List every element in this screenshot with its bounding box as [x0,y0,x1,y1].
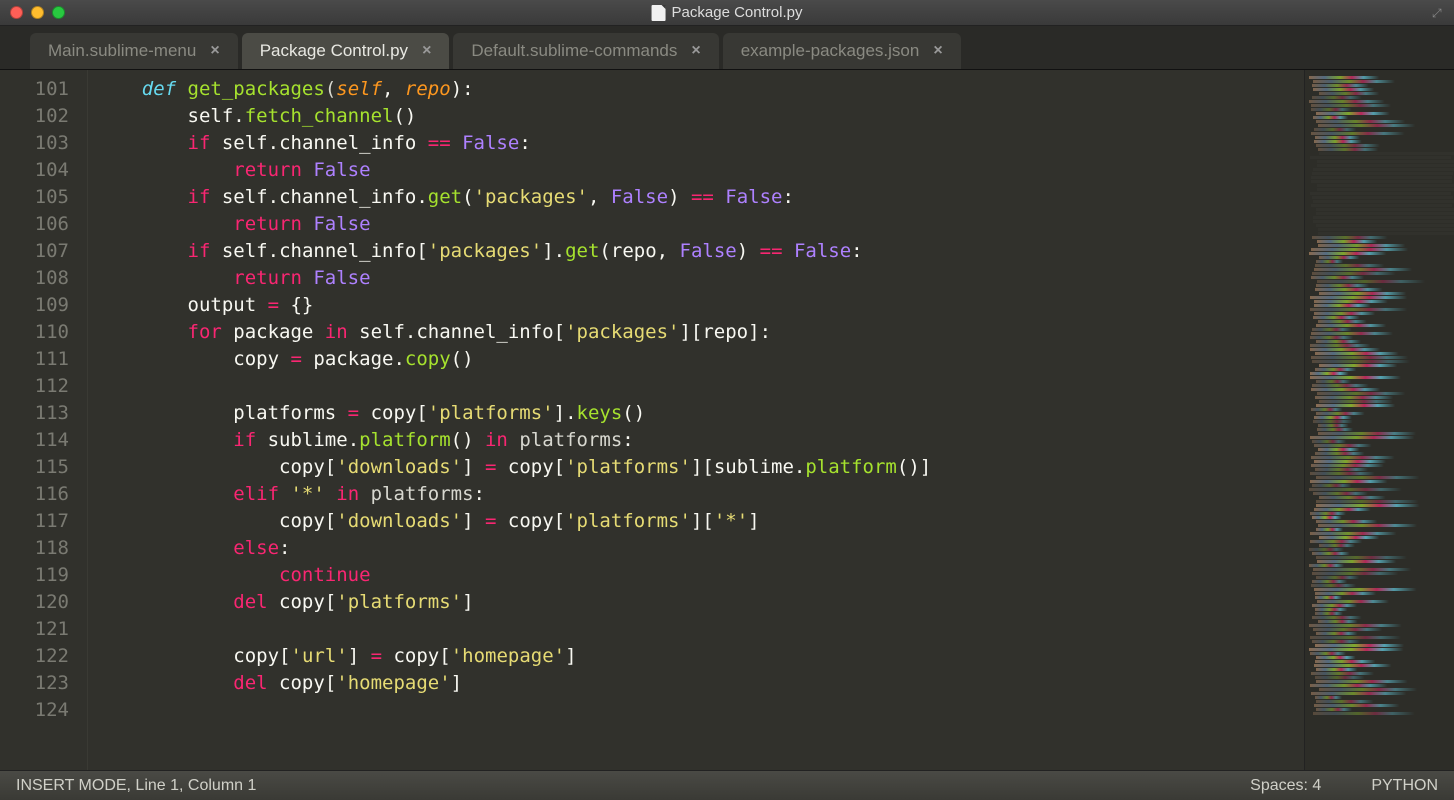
close-tab-icon[interactable]: × [933,42,942,60]
line-gutter: 1011021031041051061071081091101111121131… [0,70,88,770]
code-line: del copy['platforms'] [96,589,1304,616]
line-number: 105 [0,184,87,211]
file-icon [652,5,666,21]
close-tab-icon[interactable]: × [210,42,219,60]
titlebar: Package Control.py ⤢ [0,0,1454,26]
line-number: 110 [0,319,87,346]
code-line: copy['downloads'] = copy['platforms']['*… [96,508,1304,535]
line-number: 114 [0,427,87,454]
line-number: 107 [0,238,87,265]
tab-0[interactable]: Main.sublime-menu × [30,33,238,69]
line-number: 115 [0,454,87,481]
code-line [96,697,1304,724]
line-number: 119 [0,562,87,589]
code-line: return False [96,265,1304,292]
zoom-window-button[interactable] [52,6,65,19]
minimap[interactable] [1304,70,1454,770]
code-line: def get_packages(self, repo): [96,76,1304,103]
code-area[interactable]: def get_packages(self, repo): self.fetch… [88,70,1304,770]
line-number: 120 [0,589,87,616]
line-number: 109 [0,292,87,319]
status-language[interactable]: PYTHON [1371,777,1438,795]
code-line: if self.channel_info['packages'].get(rep… [96,238,1304,265]
line-number: 106 [0,211,87,238]
status-bar: INSERT MODE, Line 1, Column 1 Spaces: 4 … [0,770,1454,800]
line-number: 123 [0,670,87,697]
code-line: del copy['homepage'] [96,670,1304,697]
code-line: if self.channel_info == False: [96,130,1304,157]
code-line: if sublime.platform() in platforms: [96,427,1304,454]
tab-3[interactable]: example-packages.json × [723,33,961,69]
line-number: 122 [0,643,87,670]
line-number: 121 [0,616,87,643]
code-line: return False [96,211,1304,238]
close-tab-icon[interactable]: × [422,42,431,60]
tab-2[interactable]: Default.sublime-commands × [453,33,718,69]
code-line: copy['url'] = copy['homepage'] [96,643,1304,670]
code-line: continue [96,562,1304,589]
tab-label: Package Control.py [260,41,408,61]
close-window-button[interactable] [10,6,23,19]
code-line: copy['downloads'] = copy['platforms'][su… [96,454,1304,481]
window-title: Package Control.py [652,4,803,21]
code-line: elif '*' in platforms: [96,481,1304,508]
tab-label: example-packages.json [741,41,920,61]
close-tab-icon[interactable]: × [691,42,700,60]
line-number: 103 [0,130,87,157]
code-line: platforms = copy['platforms'].keys() [96,400,1304,427]
line-number: 117 [0,508,87,535]
code-line: else: [96,535,1304,562]
window-title-text: Package Control.py [672,4,803,21]
code-line [96,373,1304,400]
editor-area: 1011021031041051061071081091101111121131… [0,70,1454,770]
line-number: 101 [0,76,87,103]
line-number: 112 [0,373,87,400]
traffic-lights [0,6,65,19]
status-left: INSERT MODE, Line 1, Column 1 [16,777,256,795]
status-spaces[interactable]: Spaces: 4 [1250,777,1321,795]
line-number: 102 [0,103,87,130]
code-line: if self.channel_info.get('packages', Fal… [96,184,1304,211]
line-number: 108 [0,265,87,292]
code-line: for package in self.channel_info['packag… [96,319,1304,346]
code-line: copy = package.copy() [96,346,1304,373]
code-line: self.fetch_channel() [96,103,1304,130]
code-line: return False [96,157,1304,184]
line-number: 118 [0,535,87,562]
tab-bar: Main.sublime-menu×Package Control.py×Def… [0,26,1454,70]
code-line [96,616,1304,643]
tab-label: Default.sublime-commands [471,41,677,61]
line-number: 104 [0,157,87,184]
line-number: 116 [0,481,87,508]
tab-label: Main.sublime-menu [48,41,196,61]
expand-icon[interactable]: ⤢ [1432,6,1446,20]
minimize-window-button[interactable] [31,6,44,19]
line-number: 111 [0,346,87,373]
line-number: 124 [0,697,87,724]
code-line: output = {} [96,292,1304,319]
line-number: 113 [0,400,87,427]
tab-1[interactable]: Package Control.py × [242,33,450,69]
